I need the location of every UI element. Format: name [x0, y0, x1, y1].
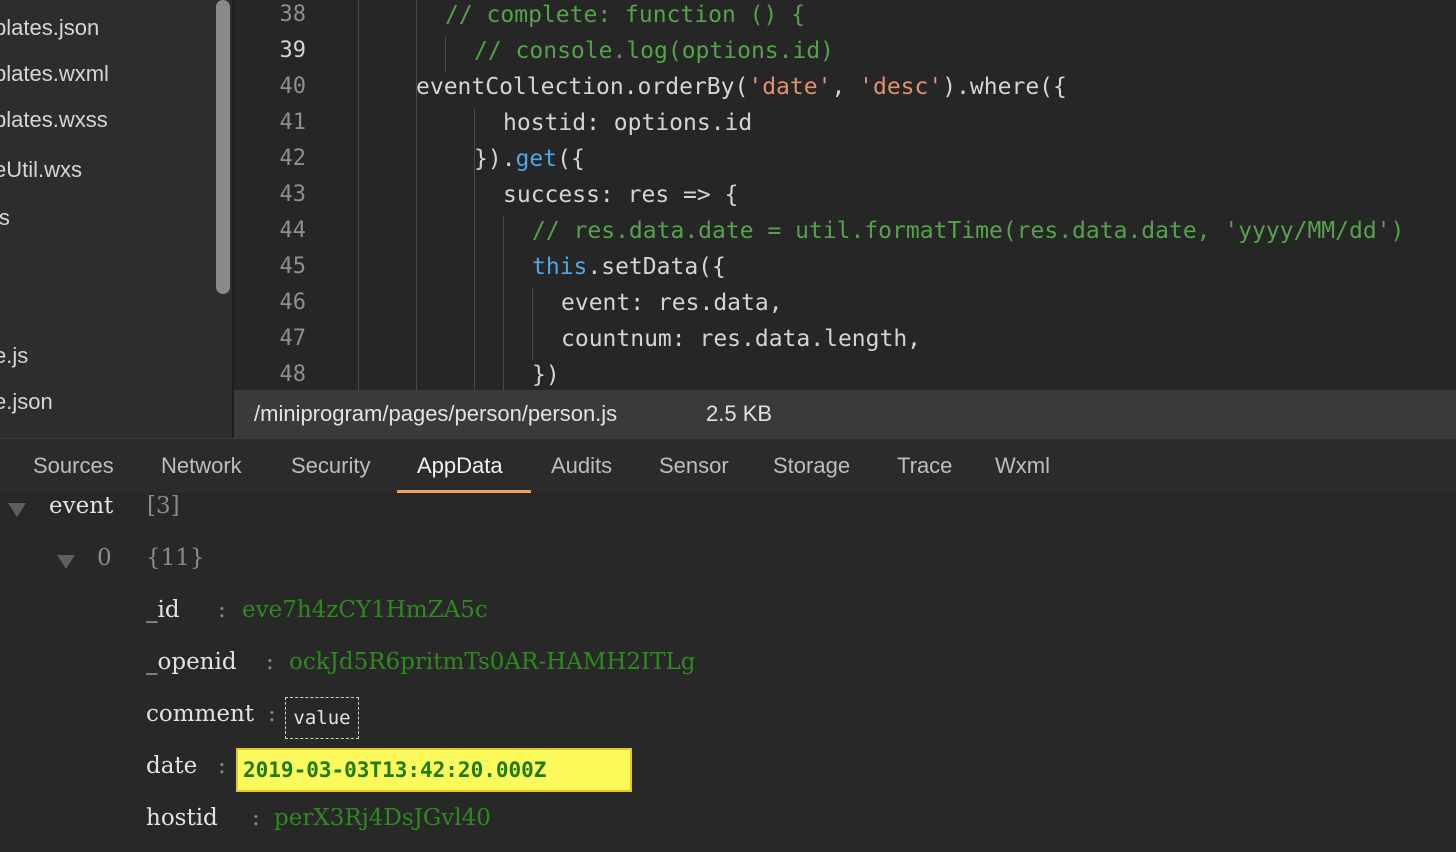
tab-audits[interactable]: Audits [531, 439, 632, 493]
separator: : [266, 649, 274, 675]
file-path: /miniprogram/pages/person/person.js [254, 401, 618, 426]
file-item[interactable]: e.js [0, 342, 28, 370]
code-line[interactable]: this.setData({ [532, 249, 726, 285]
code-token: }) [532, 362, 560, 388]
code-line[interactable]: // res.data.date = util.formatTime(res.d… [532, 213, 1404, 249]
line-number: 45 [279, 254, 307, 279]
file-item[interactable]: plates.wxml [0, 60, 109, 88]
separator: : [218, 597, 226, 623]
file-tree-scrollbar[interactable] [216, 0, 230, 294]
indent-guide [416, 0, 417, 390]
indent-guide [358, 0, 359, 390]
object-count: {11} [146, 545, 205, 571]
code-token: eventCollection.orderBy( [416, 74, 749, 100]
code-line[interactable]: event: res.data, [561, 285, 783, 321]
line-number: 46 [279, 290, 307, 315]
code-token: get [515, 146, 558, 172]
code-line[interactable]: countnum: res.data.length, [561, 321, 921, 357]
array-count: [3] [147, 493, 180, 519]
code-editor[interactable]: // complete: function () { // console.log… [234, 0, 1456, 390]
code-token: // res.data.date = util.formatTime(res.d… [532, 218, 1405, 244]
tree-index[interactable]: 0 [97, 545, 112, 571]
tab-trace[interactable]: Trace [877, 439, 972, 493]
tab-appdata[interactable]: AppData [397, 439, 531, 493]
file-item[interactable]: plates.json [0, 14, 99, 42]
tab-sources[interactable]: Sources [13, 439, 134, 493]
code-line[interactable]: hostid: options.id [503, 105, 752, 141]
line-number: 40 [279, 74, 307, 99]
line-number: 47 [279, 326, 307, 351]
line-number: 43 [279, 182, 307, 207]
code-line[interactable]: }).get({ [474, 141, 585, 177]
code-token: hostid: options.id [503, 110, 753, 136]
code-token: , [831, 74, 860, 100]
code-token: // complete: function () { [445, 2, 806, 28]
file-item[interactable]: e.json [0, 388, 53, 416]
expand-triangle-icon[interactable] [8, 503, 26, 517]
line-number: 38 [279, 2, 307, 27]
line-number: 44 [279, 218, 307, 243]
code-token: }). [474, 146, 516, 172]
code-token: 'date' [748, 74, 832, 100]
tab-storage[interactable]: Storage [753, 439, 870, 493]
separator: : [268, 701, 276, 727]
file-item[interactable]: js [0, 204, 10, 232]
file-item[interactable]: eUtil.wxs [0, 156, 82, 184]
field-key: hostid [146, 805, 218, 831]
tree-key-event[interactable]: event [49, 493, 113, 519]
code-line[interactable]: }) [532, 357, 560, 390]
expand-triangle-icon[interactable] [57, 555, 75, 569]
file-item[interactable]: plates.wxss [0, 106, 108, 134]
code-token: countnum: res.data.length, [561, 326, 922, 352]
indent-guide [503, 216, 504, 390]
indent-guide [445, 36, 446, 72]
devtools-tab-bar: Sources Network Security AppData Audits … [0, 438, 1456, 494]
appdata-panel: event [3] 0 {11} _id : eve7h4zCY1HmZA5c … [0, 493, 1456, 852]
indent-guide [532, 288, 533, 360]
code-line[interactable]: success: res => { [503, 177, 738, 213]
file-status-bar: /miniprogram/pages/person/person.js 2.5 … [234, 390, 1456, 438]
field-value[interactable]: ockJd5R6pritmTs0AR-HAMH2ITLg [289, 649, 695, 675]
separator: : [252, 805, 260, 831]
field-key: _id [146, 597, 180, 623]
code-token: // console.log(options.id) [474, 38, 835, 64]
code-line[interactable]: // complete: function () { [445, 0, 805, 33]
code-line[interactable]: // console.log(options.id) [474, 33, 834, 69]
code-token: 'desc' [859, 74, 943, 100]
tab-network[interactable]: Network [141, 439, 262, 493]
code-token: ).where({ [942, 74, 1067, 100]
code-token: this [532, 254, 588, 280]
line-number: 41 [279, 110, 307, 135]
separator: : [218, 753, 226, 779]
field-value[interactable]: eve7h4zCY1HmZA5c [242, 597, 488, 623]
file-size: 2.5 KB [706, 401, 773, 426]
line-number: 48 [279, 362, 307, 387]
tab-security[interactable]: Security [271, 439, 390, 493]
field-key: date [146, 753, 198, 779]
tab-sensor[interactable]: Sensor [639, 439, 749, 493]
file-tree: plates.json plates.wxml plates.wxss eUti… [0, 0, 232, 438]
code-token: event: res.data, [561, 290, 783, 316]
code-token: .setData({ [587, 254, 726, 280]
field-key: _openid [146, 649, 237, 675]
tab-wxml[interactable]: Wxml [975, 439, 1070, 493]
line-number: 39 [279, 38, 307, 63]
code-token: success: res => { [503, 182, 739, 208]
code-line[interactable]: eventCollection.orderBy('date', 'desc').… [416, 69, 1067, 105]
field-key: comment [146, 701, 255, 727]
date-value-highlighted[interactable]: 2019-03-03T13:42:20.000Z [236, 748, 632, 792]
code-token: ({ [557, 146, 585, 172]
line-number: 42 [279, 146, 307, 171]
field-value[interactable]: perX3Rj4DsJGvl40 [274, 805, 491, 831]
comment-value-editor[interactable]: value [285, 697, 359, 739]
